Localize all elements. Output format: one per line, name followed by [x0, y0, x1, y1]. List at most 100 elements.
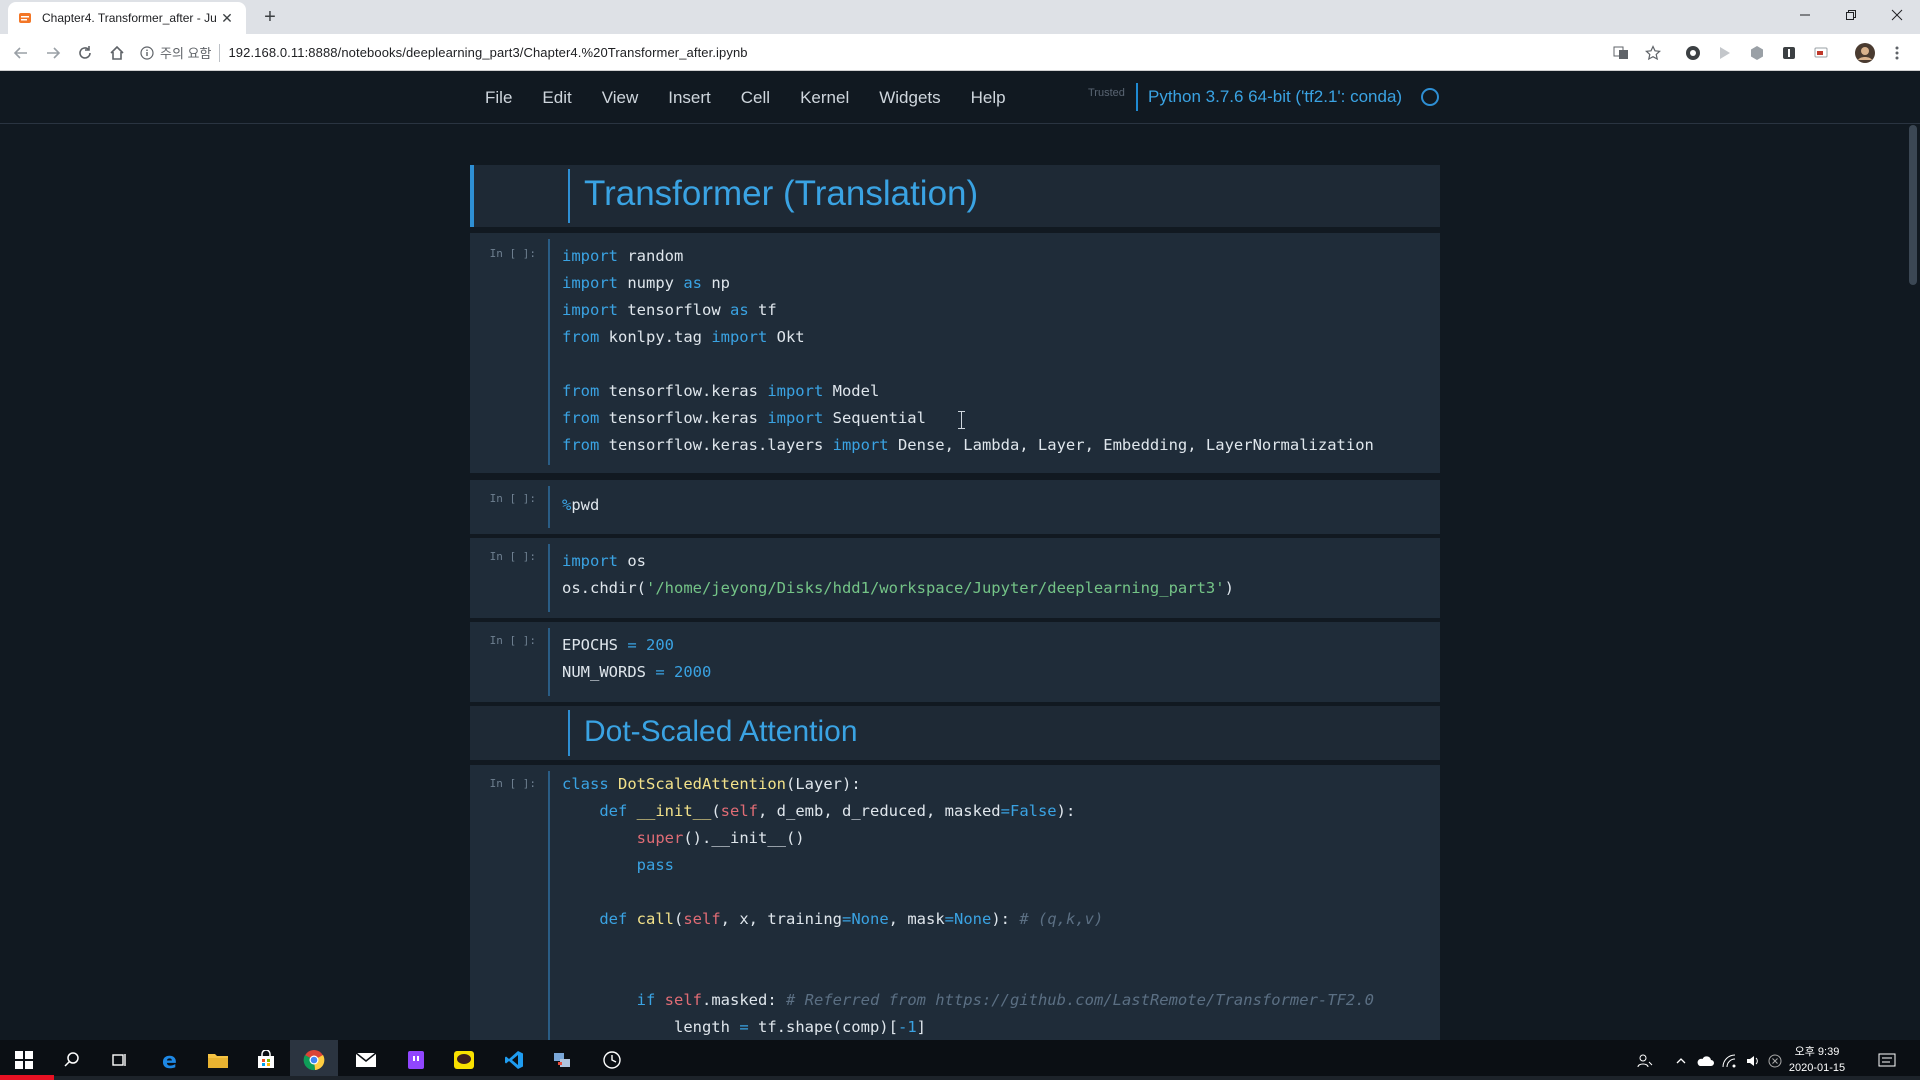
url-text[interactable]: 192.168.0.11:8888/notebooks/deeplearning…: [228, 45, 747, 60]
search-icon: [64, 1052, 79, 1067]
task-view-button[interactable]: [96, 1040, 144, 1080]
tab-close-icon[interactable]: ✕: [218, 9, 236, 27]
jupyter-header: File Edit View Insert Cell Kernel Widget…: [0, 71, 1920, 124]
home-button[interactable]: [104, 40, 130, 66]
code-cell-pwd[interactable]: In [ ]: %pwd: [470, 480, 1440, 534]
network-icon[interactable]: [1718, 1050, 1740, 1072]
kernel-divider: [1136, 83, 1138, 111]
cell-prompt: In [ ]:: [489, 247, 536, 260]
security-indicator[interactable]: 주의 요함: [140, 43, 221, 62]
text-cursor-icon: [958, 411, 965, 429]
windows-taskbar: e 오후 9:39 2020-01-15: [0, 1040, 1920, 1080]
cast-icon[interactable]: [1810, 42, 1832, 64]
chrome-app[interactable]: [290, 1040, 338, 1080]
code-cell-chdir[interactable]: In [ ]: import os os.chdir('/home/jeyong/…: [470, 538, 1440, 618]
menu-insert[interactable]: Insert: [653, 88, 726, 108]
security-label: 주의 요함: [160, 46, 212, 61]
code-line: os.chdir('/home/jeyong/Disks/hdd1/worksp…: [562, 579, 1234, 597]
store-bag-icon: [258, 1050, 274, 1068]
bookmark-star-icon[interactable]: [1642, 42, 1664, 64]
start-button[interactable]: [0, 1040, 48, 1080]
profile-avatar[interactable]: [1854, 42, 1876, 64]
search-button[interactable]: [48, 1040, 96, 1080]
mail-app[interactable]: [342, 1040, 390, 1080]
extension-icon-3[interactable]: [1746, 42, 1768, 64]
minimize-button[interactable]: [1782, 0, 1828, 30]
twitch-app[interactable]: [392, 1040, 440, 1080]
code-cell-constants[interactable]: In [ ]: EPOCHS = 200 NUM_WORDS = 2000: [470, 622, 1440, 702]
system-clock[interactable]: 오후 9:39 2020-01-15: [1772, 1044, 1862, 1076]
code-cell-attention-class[interactable]: In [ ]: class DotScaledAttention(Layer):…: [470, 765, 1440, 1040]
close-window-button[interactable]: [1874, 0, 1920, 30]
code-editor[interactable]: %pwd: [562, 492, 599, 519]
kernel-idle-indicator-icon: [1421, 88, 1439, 106]
file-explorer-app[interactable]: [194, 1040, 242, 1080]
restore-button[interactable]: [1828, 0, 1874, 30]
edge-app[interactable]: e: [146, 1040, 194, 1080]
chrome-icon: [303, 1050, 325, 1071]
tray-chevron-up-icon[interactable]: [1670, 1050, 1692, 1072]
code-line: from tensorflow.keras import Model: [562, 382, 880, 400]
code-line: length = tf.shape(comp)[-1]: [562, 1018, 926, 1036]
menu-cell[interactable]: Cell: [726, 88, 785, 108]
forward-button[interactable]: [40, 40, 66, 66]
menu-widgets[interactable]: Widgets: [864, 88, 955, 108]
clock-app-icon: [603, 1051, 621, 1069]
selected-cell-accent: [470, 165, 474, 227]
svg-text:e: e: [162, 1049, 177, 1071]
cell-prompt: In [ ]:: [489, 492, 536, 505]
cell-divider: [548, 486, 550, 528]
new-tab-button[interactable]: +: [258, 6, 282, 30]
notification-center-icon[interactable]: [1876, 1050, 1898, 1072]
markdown-cell-heading[interactable]: Transformer (Translation): [470, 165, 1440, 227]
cell-divider: [548, 544, 550, 612]
code-cell-imports[interactable]: In [ ]: import random import numpy as np i…: [470, 233, 1440, 473]
scrollbar-thumb[interactable]: [1909, 125, 1917, 285]
markdown-cell-subheading[interactable]: Dot-Scaled Attention: [470, 706, 1440, 760]
info-icon: [140, 45, 154, 60]
taskbar-bottom-line: [54, 1076, 1920, 1080]
markdown-divider: [568, 169, 570, 223]
code-editor[interactable]: import random import numpy as np import te…: [562, 243, 1374, 459]
code-line: def call(self, x, training=None, mask=No…: [599, 910, 1104, 928]
notebook-scrollbar[interactable]: [1906, 125, 1920, 1040]
vscode-app[interactable]: [490, 1040, 538, 1080]
menu-edit[interactable]: Edit: [527, 88, 586, 108]
kakaotalk-app[interactable]: [440, 1040, 488, 1080]
code-line: from tensorflow.keras.layers import Dens…: [562, 436, 1374, 454]
twitch-icon: [408, 1051, 424, 1069]
store-app[interactable]: [242, 1040, 290, 1080]
reload-button[interactable]: [72, 40, 98, 66]
volume-icon[interactable]: [1742, 1050, 1764, 1072]
vscode-icon: [505, 1051, 523, 1069]
chrome-menu-icon[interactable]: [1886, 42, 1908, 64]
cell-prompt: In [ ]:: [489, 634, 536, 647]
menu-file[interactable]: File: [470, 88, 527, 108]
menu-kernel[interactable]: Kernel: [785, 88, 864, 108]
menu-view[interactable]: View: [587, 88, 654, 108]
browser-tab[interactable]: Chapter4. Transformer_after - Ju ✕: [8, 2, 246, 34]
menu-help[interactable]: Help: [956, 88, 1021, 108]
start-progress-strip: [0, 1075, 54, 1080]
people-icon[interactable]: [1634, 1050, 1656, 1072]
code-line: def __init__(self, d_emb, d_reduced, mas…: [599, 802, 1076, 820]
onedrive-icon[interactable]: [1694, 1050, 1716, 1072]
extension-icon-1[interactable]: [1682, 42, 1704, 64]
address-bar[interactable]: 주의 요함 192.168.0.11:8888/notebooks/deeple…: [140, 38, 1660, 67]
network-tool-app[interactable]: [538, 1040, 586, 1080]
edge-icon: e: [162, 1049, 177, 1071]
kernel-name[interactable]: Python 3.7.6 64-bit ('tf2.1': conda): [1148, 87, 1402, 107]
translate-icon[interactable]: [1610, 42, 1632, 64]
clock-date: 2020-01-15: [1788, 1062, 1846, 1074]
trusted-badge[interactable]: Trusted: [1088, 87, 1125, 99]
extension-icon-4[interactable]: [1778, 42, 1800, 64]
back-button[interactable]: [8, 40, 34, 66]
cell-divider: [548, 628, 550, 696]
extension-icon-2[interactable]: [1714, 42, 1736, 64]
code-line: import random: [562, 247, 684, 265]
code-editor[interactable]: class DotScaledAttention(Layer): def __i…: [562, 771, 1374, 1040]
code-editor[interactable]: import os os.chdir('/home/jeyong/Disks/hd…: [562, 548, 1234, 602]
code-editor[interactable]: EPOCHS = 200 NUM_WORDS = 2000: [562, 632, 711, 686]
clock-app[interactable]: [588, 1040, 636, 1080]
